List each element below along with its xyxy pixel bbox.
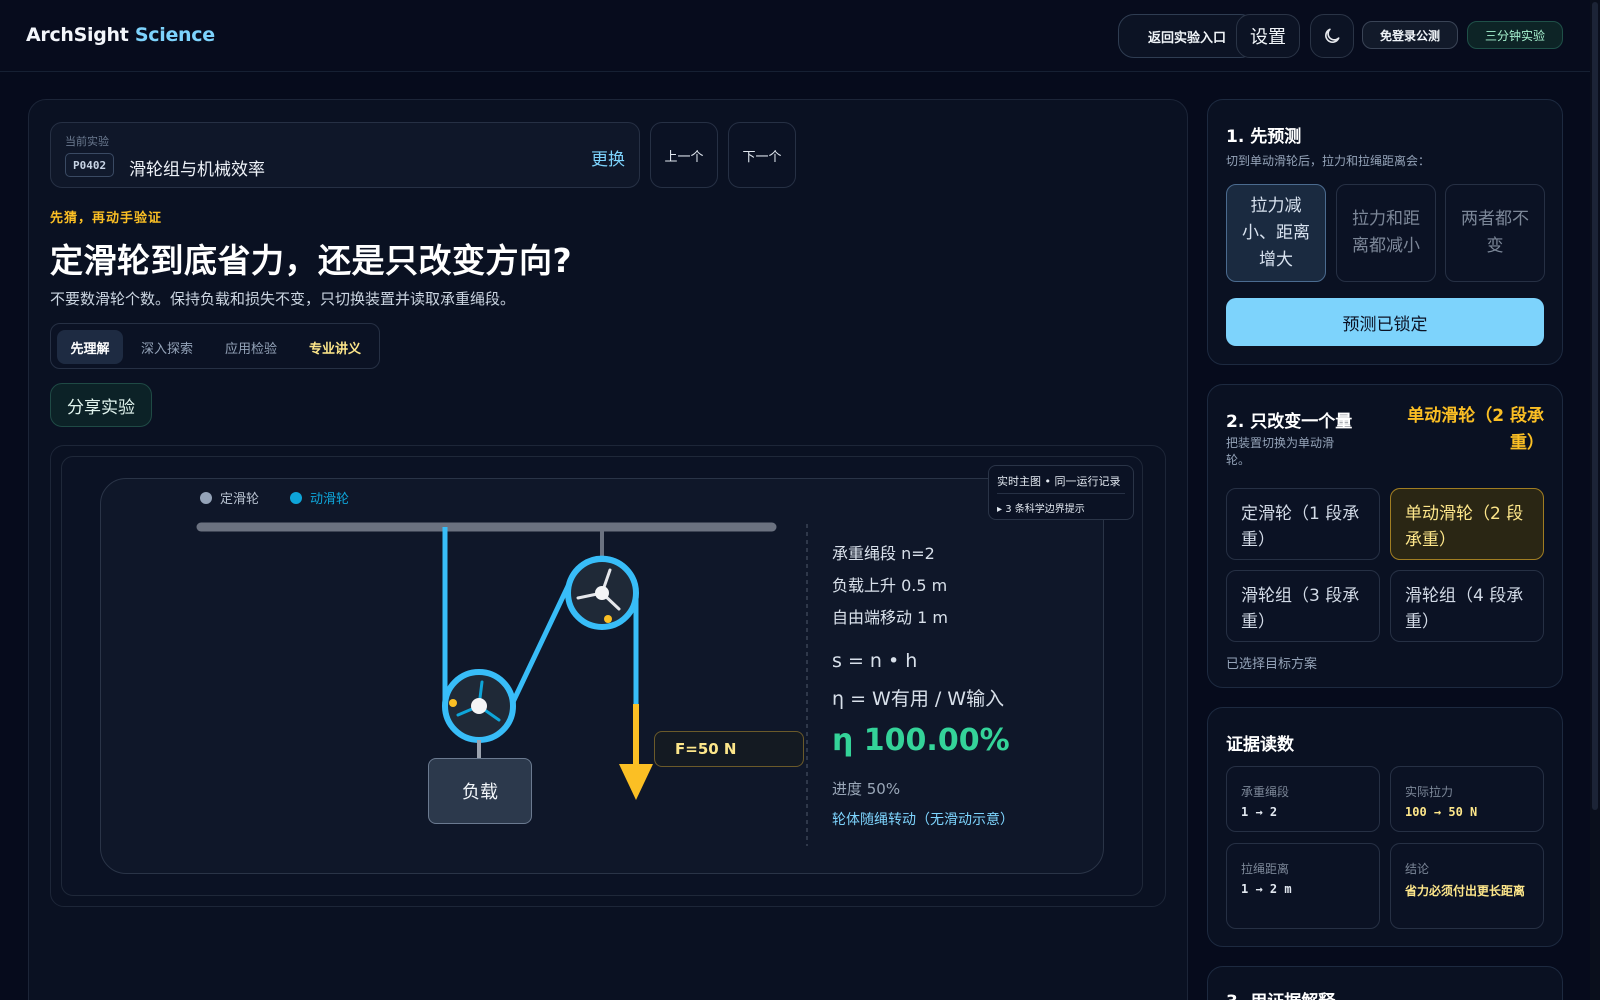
readout-segments: 承重绳段 n=2 bbox=[832, 544, 935, 563]
prediction-locked-button[interactable]: 预测已锁定 bbox=[1226, 298, 1544, 346]
scrollbar-thumb[interactable] bbox=[1592, 2, 1598, 810]
formula-efficiency: η = W有用 / W输入 bbox=[832, 688, 1005, 710]
evidence-value: 1 → 2 bbox=[1241, 805, 1278, 819]
predict-option-2[interactable]: 拉力和距离都减小 bbox=[1336, 184, 1436, 282]
formula-distance: s = n • h bbox=[832, 650, 918, 672]
force-label: F=50 N bbox=[654, 731, 804, 767]
evidence-pull-distance: 拉绳距离 1 → 2 m bbox=[1226, 843, 1380, 929]
evidence-label: 结论 bbox=[1405, 862, 1430, 876]
config-fixed-pulley[interactable]: 定滑轮（1 段承重） bbox=[1226, 488, 1380, 560]
evidence-label: 承重绳段 bbox=[1241, 785, 1290, 799]
fixed-pulley-hub bbox=[595, 586, 609, 600]
evidence-segments: 承重绳段 1 → 2 bbox=[1226, 766, 1380, 832]
evidence-conclusion: 结论 省力必须付出更长距离 bbox=[1390, 843, 1544, 929]
config-block-4[interactable]: 滑轮组（4 段承重） bbox=[1390, 570, 1544, 642]
change-variable-card: 2. 只改变一个量 把装置切换为单动滑轮。 单动滑轮（2 段承重） 定滑轮（1 … bbox=[1207, 384, 1563, 688]
predict-card: 1. 先预测 切到单动滑轮后，拉力和拉绳距离会： 拉力减小、距离增大 拉力和距离… bbox=[1207, 99, 1563, 365]
change-title: 2. 只改变一个量 bbox=[1226, 412, 1353, 432]
readout-load-rise: 负载上升 0.5 m bbox=[832, 576, 948, 595]
evidence-label: 拉绳距离 bbox=[1241, 862, 1290, 876]
config-single-movable[interactable]: 单动滑轮（2 段承重） bbox=[1390, 488, 1544, 560]
evidence-value: 100 → 50 N bbox=[1405, 805, 1478, 819]
evidence-title: 证据读数 bbox=[1226, 735, 1294, 755]
force-arrow-head bbox=[619, 764, 653, 800]
predict-title: 1. 先预测 bbox=[1226, 127, 1302, 147]
movable-pulley-marker bbox=[449, 699, 457, 707]
movable-pulley-hub bbox=[471, 698, 487, 714]
config-block-3[interactable]: 滑轮组（3 段承重） bbox=[1226, 570, 1380, 642]
change-subtitle: 把装置切换为单动滑轮。 bbox=[1226, 436, 1335, 467]
fixed-pulley-marker bbox=[604, 615, 612, 623]
readout-free-end: 自由端移动 1 m bbox=[832, 608, 948, 627]
current-config-label: 单动滑轮（2 段承重） bbox=[1407, 406, 1544, 453]
predict-subtitle: 切到单动滑轮后，拉力和拉绳距离会： bbox=[1226, 154, 1431, 168]
progress-text: 进度 50% bbox=[832, 780, 901, 798]
predict-option-1[interactable]: 拉力减小、距离增大 bbox=[1226, 184, 1326, 282]
rotation-note: 轮体随绳转动（无滑动示意） bbox=[832, 812, 1014, 828]
explain-card: 3. 用证据解释 bbox=[1207, 966, 1563, 1000]
efficiency-value: η 100.00% bbox=[832, 723, 1010, 758]
predict-option-3[interactable]: 两者都不变 bbox=[1445, 184, 1545, 282]
explain-title: 3. 用证据解释 bbox=[1226, 987, 1335, 1000]
evidence-card: 证据读数 承重绳段 1 → 2 实际拉力 100 → 50 N 拉绳距离 1 →… bbox=[1207, 707, 1563, 947]
evidence-pull-force: 实际拉力 100 → 50 N bbox=[1390, 766, 1544, 832]
evidence-value: 1 → 2 m bbox=[1241, 882, 1292, 896]
evidence-value: 省力必须付出更长距离 bbox=[1405, 884, 1526, 898]
load-block: 负载 bbox=[428, 758, 532, 824]
evidence-label: 实际拉力 bbox=[1405, 785, 1454, 799]
selection-status: 已选择目标方案 bbox=[1226, 657, 1318, 672]
